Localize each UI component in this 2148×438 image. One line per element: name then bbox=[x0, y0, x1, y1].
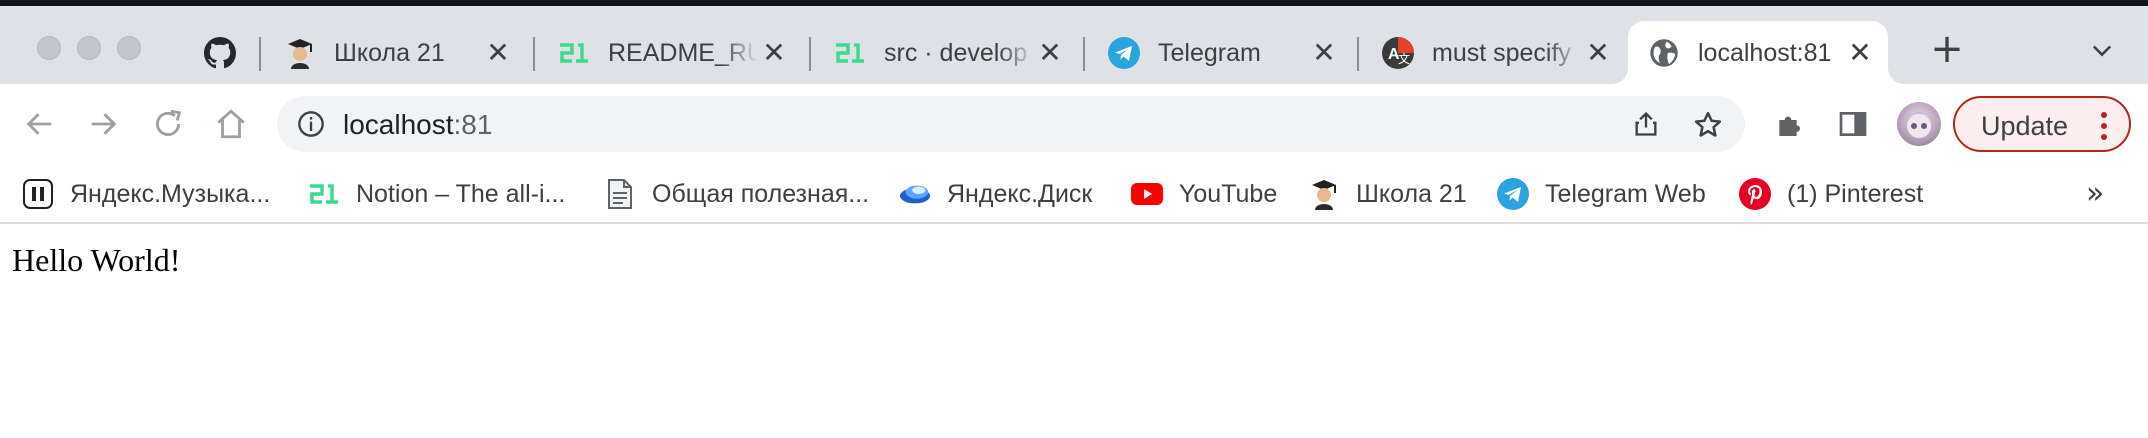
tab-close-icon[interactable]: ✕ bbox=[484, 39, 512, 67]
bookmark-label: YouTube bbox=[1179, 179, 1278, 208]
school21-icon bbox=[1308, 178, 1340, 210]
school21-logo-icon bbox=[308, 178, 340, 210]
globe-icon bbox=[1648, 37, 1680, 69]
tab-close-icon[interactable]: ✕ bbox=[1846, 39, 1874, 67]
page-viewport: Hello World! bbox=[0, 226, 2148, 438]
info-icon[interactable] bbox=[297, 110, 325, 138]
home-icon[interactable] bbox=[211, 104, 251, 144]
school21-icon bbox=[284, 37, 316, 69]
tab-must-specify[interactable]: A文 must specify ✕ bbox=[1362, 21, 1624, 84]
yandex-disk-icon bbox=[899, 178, 931, 210]
telegram-icon bbox=[1108, 37, 1140, 69]
tab-title: src · develop bbox=[884, 39, 1028, 67]
youtube-icon bbox=[1131, 178, 1163, 210]
bookmark-star-icon[interactable] bbox=[1693, 110, 1722, 138]
extensions-puzzle-icon[interactable] bbox=[1770, 104, 1810, 144]
tab-title: Школа 21 bbox=[334, 39, 445, 67]
bookmark-notion[interactable]: Notion – The all-i... bbox=[308, 174, 565, 214]
new-tab-plus-icon[interactable]: + bbox=[1929, 29, 1965, 69]
pinterest-icon bbox=[1739, 178, 1771, 210]
bookmark-general-useful[interactable]: Общая полезная... bbox=[604, 174, 869, 214]
bookmark-label: Яндекс.Диск bbox=[947, 179, 1093, 208]
profile-avatar[interactable] bbox=[1897, 102, 1941, 146]
url-text[interactable]: localhost:81 bbox=[343, 109, 492, 141]
tab-title: Telegram bbox=[1158, 39, 1261, 67]
tab-title: must specify bbox=[1432, 39, 1571, 67]
bookmark-school21[interactable]: Школа 21 bbox=[1308, 174, 1467, 214]
forward-arrow-icon[interactable] bbox=[83, 104, 123, 144]
bookmark-label: Яндекс.Музыка... bbox=[70, 179, 271, 208]
bookmark-label: Школа 21 bbox=[1356, 179, 1467, 208]
tab-separator bbox=[1083, 37, 1085, 71]
tab-title: localhost:81 bbox=[1698, 39, 1832, 67]
tab-strip: Школа 21 ✕ README_RU ✕ src · develop ✕ T… bbox=[0, 0, 2148, 84]
tab-title: README_RU bbox=[608, 39, 758, 67]
tab-github[interactable] bbox=[190, 21, 252, 84]
window-close-button[interactable] bbox=[37, 36, 61, 60]
tab-separator bbox=[259, 37, 261, 71]
svg-text:文: 文 bbox=[1398, 51, 1410, 66]
bookmark-label: Общая полезная... bbox=[652, 179, 870, 208]
window-top-edge bbox=[0, 0, 2148, 6]
kebab-menu-icon[interactable] bbox=[2101, 111, 2107, 141]
tab-close-icon[interactable]: ✕ bbox=[1310, 39, 1338, 67]
url-host: localhost bbox=[343, 109, 454, 140]
telegram-icon bbox=[1497, 178, 1529, 210]
reload-icon[interactable] bbox=[148, 104, 188, 144]
bookmark-pinterest[interactable]: (1) Pinterest bbox=[1739, 174, 1923, 214]
tab-school21[interactable]: Школа 21 ✕ bbox=[264, 21, 524, 84]
tab-separator bbox=[533, 37, 535, 71]
bookmark-label: Notion – The all-i... bbox=[356, 179, 566, 208]
tab-separator bbox=[1357, 37, 1359, 71]
browser-toolbar: localhost:81 Update bbox=[0, 84, 2148, 164]
window-maximize-button[interactable] bbox=[117, 36, 141, 60]
back-arrow-icon[interactable] bbox=[20, 104, 60, 144]
bookmark-yandex-disk[interactable]: Яндекс.Диск bbox=[899, 174, 1092, 214]
github-icon bbox=[204, 37, 236, 69]
bookmark-yandex-music[interactable]: Яндекс.Музыка... bbox=[22, 174, 270, 214]
bookmarks-overflow-chevron-icon[interactable]: » bbox=[2086, 176, 2104, 211]
chevron-down-icon[interactable] bbox=[2088, 36, 2116, 64]
tab-localhost[interactable]: localhost:81 ✕ bbox=[1628, 21, 1888, 84]
tab-close-icon[interactable]: ✕ bbox=[1036, 39, 1064, 67]
share-icon[interactable] bbox=[1632, 110, 1660, 138]
page-heading: Hello World! bbox=[12, 242, 181, 278]
tab-close-icon[interactable]: ✕ bbox=[1584, 39, 1612, 67]
tab-separator bbox=[809, 37, 811, 71]
window-minimize-button[interactable] bbox=[77, 36, 101, 60]
update-button[interactable]: Update bbox=[1953, 96, 2131, 152]
school21-logo-icon bbox=[558, 37, 590, 69]
update-label: Update bbox=[1981, 111, 2069, 141]
side-panel-icon[interactable] bbox=[1833, 104, 1873, 144]
tab-readme[interactable]: README_RU ✕ bbox=[538, 21, 800, 84]
bookmark-label: (1) Pinterest bbox=[1787, 179, 1924, 208]
tab-src-develop[interactable]: src · develop ✕ bbox=[814, 21, 1076, 84]
document-icon bbox=[604, 178, 636, 210]
url-port: :81 bbox=[453, 109, 493, 140]
pause-icon bbox=[22, 178, 54, 210]
bookmarks-bar: Яндекс.Музыка... Notion – The all-i... О… bbox=[0, 164, 2148, 224]
bookmark-youtube[interactable]: YouTube bbox=[1131, 174, 1277, 214]
tab-close-icon[interactable]: ✕ bbox=[760, 39, 788, 67]
bookmark-telegram-web[interactable]: Telegram Web bbox=[1497, 174, 1706, 214]
bookmark-label: Telegram Web bbox=[1545, 179, 1706, 208]
address-bar[interactable]: localhost:81 bbox=[277, 96, 1745, 152]
school21-logo-icon bbox=[834, 37, 866, 69]
translate-icon: A文 bbox=[1382, 37, 1414, 69]
tab-telegram[interactable]: Telegram ✕ bbox=[1088, 21, 1350, 84]
